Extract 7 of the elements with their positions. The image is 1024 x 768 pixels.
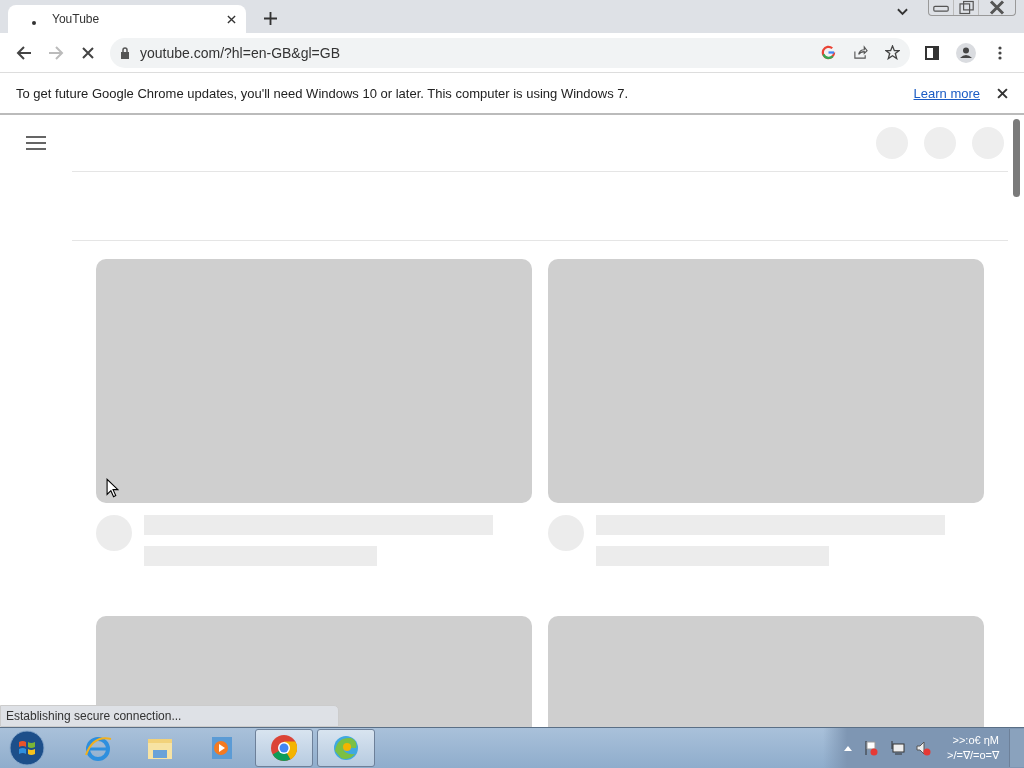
address-bar[interactable]: youtube.com/?hl=en-GB&gl=GB: [110, 37, 910, 68]
status-bubble: Establishing secure connection...: [0, 705, 339, 727]
clock-text: >>:o€ ηM: [952, 733, 999, 748]
learn-more-link[interactable]: Learn more: [913, 85, 980, 101]
clock-text: >/=∇/=o=∇: [947, 748, 999, 763]
browser-tab[interactable]: YouTube: [8, 5, 246, 33]
infobar-message: To get future Google Chrome updates, you'll need Windows 10 or later. This computer is using Windows 7.: [16, 85, 629, 101]
